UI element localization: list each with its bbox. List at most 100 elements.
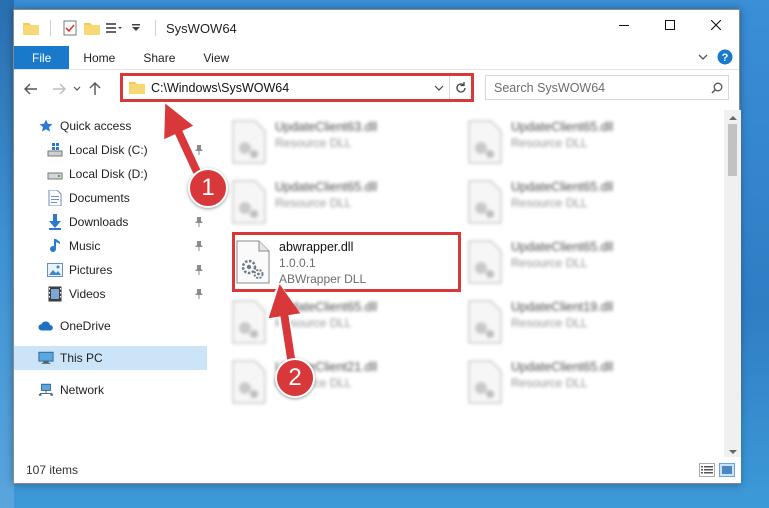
navigation-pane: Quick access Local Disk (C:) Local Disk … (14, 110, 207, 459)
file-name: UpdateClient65.dll (511, 180, 614, 194)
address-highlight-box (120, 73, 474, 102)
scroll-up-button[interactable] (724, 110, 741, 124)
customize-toolbar-icon[interactable] (105, 19, 123, 37)
drive-icon (47, 166, 63, 182)
file-type: Resource DLL (511, 256, 588, 270)
sidebar-item-music[interactable]: Music (14, 234, 207, 258)
folder-icon (22, 19, 40, 37)
maximize-icon (665, 20, 675, 30)
close-icon (711, 20, 721, 30)
item-count: 107 items (26, 463, 79, 477)
computer-icon (38, 350, 54, 366)
file-meta: UpdateClient65.dll Resource DLL (511, 236, 613, 292)
sidebar-item-label: Videos (69, 287, 106, 301)
back-arrow-icon (24, 83, 37, 95)
step-badge-2: 2 (275, 358, 315, 398)
scroll-thumb[interactable] (728, 124, 737, 176)
help-icon[interactable]: ? (717, 49, 733, 68)
dll-file-icon (232, 360, 266, 404)
file-type: Resource DLL (511, 376, 588, 390)
tab-home[interactable]: Home (69, 46, 129, 69)
file-item[interactable]: UpdateClient65.dll Resource DLL (227, 296, 447, 352)
forward-arrow-icon (53, 83, 66, 95)
documents-icon (47, 190, 63, 206)
file-type: Resource DLL (511, 316, 588, 330)
file-item[interactable]: UpdateClient65.dll Resource DLL (227, 176, 447, 232)
back-button[interactable] (20, 78, 42, 100)
file-name: UpdateClient63.dll (275, 120, 378, 134)
sidebar-item-label: Quick access (60, 119, 132, 133)
up-button[interactable] (84, 78, 106, 100)
file-meta: UpdateClient19.dll Resource DLL (511, 296, 613, 352)
file-highlight-box (232, 232, 461, 292)
network-icon (38, 382, 54, 398)
sidebar-item-local-disk-c[interactable]: Local Disk (C:) (14, 138, 207, 162)
svg-text:?: ? (722, 52, 729, 64)
file-item[interactable]: UpdateClient63.dll Resource DLL (227, 116, 447, 172)
tab-file[interactable]: File (14, 46, 70, 69)
tab-share[interactable]: Share (129, 46, 189, 69)
sidebar-item-this-pc[interactable]: This PC (14, 346, 207, 370)
details-view-icon[interactable] (699, 463, 715, 480)
sidebar-item-label: Documents (69, 191, 130, 205)
file-item[interactable]: UpdateClient65.dll Resource DLL (463, 356, 683, 412)
file-item[interactable]: UpdateClient65.dll Resource DLL (463, 116, 683, 172)
sidebar-item-onedrive[interactable]: OneDrive (14, 314, 207, 338)
properties-icon[interactable] (61, 19, 79, 37)
dll-file-icon (232, 180, 266, 224)
chevron-down-icon (728, 449, 737, 454)
sidebar-item-network[interactable]: Network (14, 378, 207, 402)
sidebar-item-label: OneDrive (60, 319, 111, 333)
tab-view[interactable]: View (189, 46, 243, 69)
up-arrow-icon (89, 82, 101, 95)
dll-file-icon (468, 300, 502, 344)
cloud-icon (38, 318, 54, 334)
dll-file-icon (468, 180, 502, 224)
sidebar-item-pictures[interactable]: Pictures (14, 258, 207, 282)
vertical-scrollbar[interactable] (724, 110, 741, 459)
minimize-button[interactable] (601, 10, 647, 40)
quick-access-toolbar (14, 19, 162, 37)
view-buttons (699, 463, 735, 480)
sidebar-item-videos[interactable]: Videos (14, 282, 207, 306)
maximize-button[interactable] (647, 10, 693, 40)
search-input[interactable]: Search SysWOW64 (494, 81, 706, 95)
sidebar-item-documents[interactable]: Documents (14, 186, 207, 210)
pin-icon (195, 240, 203, 254)
file-item[interactable]: UpdateClient21.dll Resource DLL (227, 356, 447, 412)
ribbon-tabs: File Home Share View ? (14, 46, 739, 70)
file-meta: UpdateClient65.dll Resource DLL (511, 176, 613, 232)
file-item[interactable]: UpdateClient65.dll Resource DLL (463, 236, 683, 292)
drive-icon (47, 142, 63, 158)
file-meta: UpdateClient65.dll Resource DLL (275, 176, 377, 232)
search-icon[interactable] (706, 82, 728, 94)
expand-ribbon-icon[interactable] (697, 51, 709, 66)
pin-icon (195, 144, 203, 158)
sidebar-item-local-disk-d[interactable]: Local Disk (D:) (14, 162, 207, 186)
file-type: Resource DLL (275, 316, 352, 330)
search-box[interactable]: Search SysWOW64 (485, 75, 729, 100)
close-button[interactable] (693, 10, 739, 40)
file-item[interactable]: UpdateClient19.dll Resource DLL (463, 296, 683, 352)
recent-locations-button[interactable] (70, 78, 84, 100)
file-item[interactable]: UpdateClient65.dll Resource DLL (463, 176, 683, 232)
dll-file-icon (468, 360, 502, 404)
sidebar-item-downloads[interactable]: Downloads (14, 210, 207, 234)
star-icon (38, 118, 54, 134)
music-icon (47, 238, 63, 254)
sidebar-item-quick-access[interactable]: Quick access (14, 114, 207, 138)
dll-file-icon (232, 120, 266, 164)
window-title: SysWOW64 (166, 20, 237, 36)
videos-icon (47, 286, 63, 302)
title-bar: SysWOW64 (14, 10, 739, 46)
forward-button[interactable] (48, 78, 70, 100)
file-name: UpdateClient65.dll (275, 180, 378, 194)
new-folder-icon[interactable] (83, 19, 101, 37)
file-name: UpdateClient65.dll (511, 120, 614, 134)
download-icon (47, 214, 63, 230)
status-bar: 107 items (14, 457, 741, 483)
toolbar-separator (50, 20, 51, 36)
dropdown-arrow-icon[interactable] (127, 19, 145, 37)
large-icons-view-icon[interactable] (719, 463, 735, 480)
